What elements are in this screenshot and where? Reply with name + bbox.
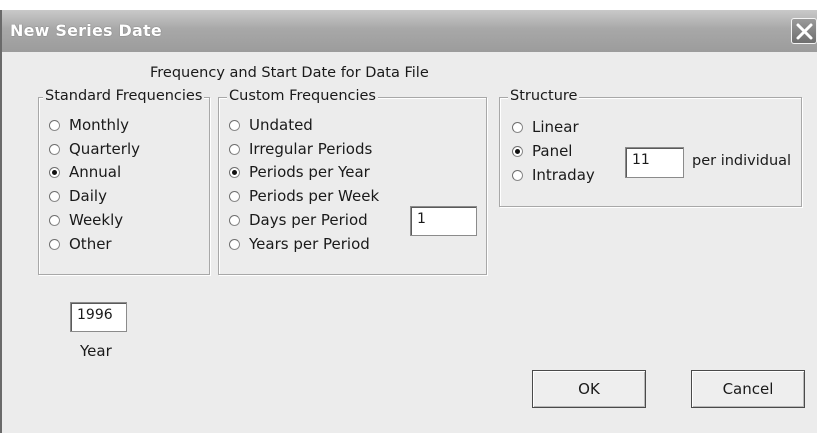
radio-button[interactable] [229, 214, 240, 226]
radio-label: Daily [69, 187, 107, 205]
radio-button[interactable] [229, 190, 240, 202]
radio-periods-per-week[interactable]: Periods per Week [229, 185, 379, 207]
radio-panel[interactable]: Panel [512, 140, 572, 162]
radio-irregular-periods[interactable]: Irregular Periods [229, 138, 372, 160]
radio-label: Intraday [532, 166, 595, 184]
radio-label: Days per Period [249, 211, 368, 229]
radio-years-per-period[interactable]: Years per Period [229, 233, 370, 255]
structure-group: Structure Linear Panel Intraday 11 per i… [499, 88, 802, 207]
standard-frequencies-legend: Standard Frequencies [43, 88, 205, 104]
radio-label: Linear [532, 118, 579, 136]
radio-linear[interactable]: Linear [512, 116, 579, 138]
radio-label: Annual [69, 163, 122, 181]
radio-button[interactable] [49, 190, 60, 202]
custom-frequencies-legend: Custom Frequencies [227, 88, 378, 104]
radio-quarterly[interactable]: Quarterly [49, 138, 140, 160]
radio-other[interactable]: Other [49, 233, 112, 255]
dialog-window: New Series Date Frequency and Start Date… [0, 10, 817, 433]
radio-label: Undated [249, 116, 313, 134]
radio-label: Weekly [69, 211, 124, 229]
dialog-heading: Frequency and Start Date for Data File [150, 65, 429, 81]
radio-label: Years per Period [249, 235, 370, 253]
radio-label: Periods per Week [249, 187, 380, 205]
radio-button[interactable] [49, 238, 60, 250]
radio-label: Other [69, 235, 112, 253]
custom-frequencies-group: Custom Frequencies Undated Irregular Per… [218, 88, 487, 275]
radio-label: Monthly [69, 116, 130, 134]
radio-periods-per-year[interactable]: Periods per Year [229, 161, 370, 183]
standard-frequencies-group: Standard Frequencies Monthly Quarterly A… [38, 88, 210, 275]
ok-button[interactable]: OK [532, 370, 646, 408]
radio-intraday[interactable]: Intraday [512, 164, 595, 186]
year-input[interactable]: 1996 [70, 302, 127, 332]
close-icon [796, 23, 813, 40]
panel-periods-input[interactable]: 11 [625, 147, 684, 178]
radio-button[interactable] [49, 214, 60, 226]
radio-label: Irregular Periods [249, 140, 373, 158]
radio-button[interactable] [229, 238, 240, 250]
radio-button[interactable] [49, 143, 60, 155]
radio-button[interactable] [512, 121, 523, 133]
radio-daily[interactable]: Daily [49, 185, 107, 207]
radio-button-selected[interactable] [512, 145, 523, 157]
radio-button[interactable] [229, 119, 240, 131]
radio-label: Panel [532, 142, 573, 160]
radio-button[interactable] [49, 119, 60, 131]
structure-legend: Structure [508, 88, 580, 104]
close-button[interactable] [791, 18, 817, 44]
radio-annual[interactable]: Annual [49, 161, 121, 183]
window-title: New Series Date [10, 21, 162, 40]
year-label: Year [80, 342, 112, 360]
radio-monthly[interactable]: Monthly [49, 114, 129, 136]
radio-button-selected[interactable] [229, 166, 240, 178]
radio-label: Periods per Year [249, 163, 370, 181]
radio-button[interactable] [512, 169, 523, 181]
title-bar[interactable]: New Series Date [2, 10, 817, 52]
radio-label: Quarterly [69, 140, 140, 158]
radio-undated[interactable]: Undated [229, 114, 313, 136]
radio-weekly[interactable]: Weekly [49, 209, 123, 231]
cancel-button[interactable]: Cancel [691, 370, 805, 408]
radio-button-selected[interactable] [49, 166, 60, 178]
custom-frequency-input[interactable]: 1 [410, 206, 477, 236]
radio-days-per-period[interactable]: Days per Period [229, 209, 368, 231]
radio-button[interactable] [229, 143, 240, 155]
per-individual-label: per individual [692, 153, 792, 169]
